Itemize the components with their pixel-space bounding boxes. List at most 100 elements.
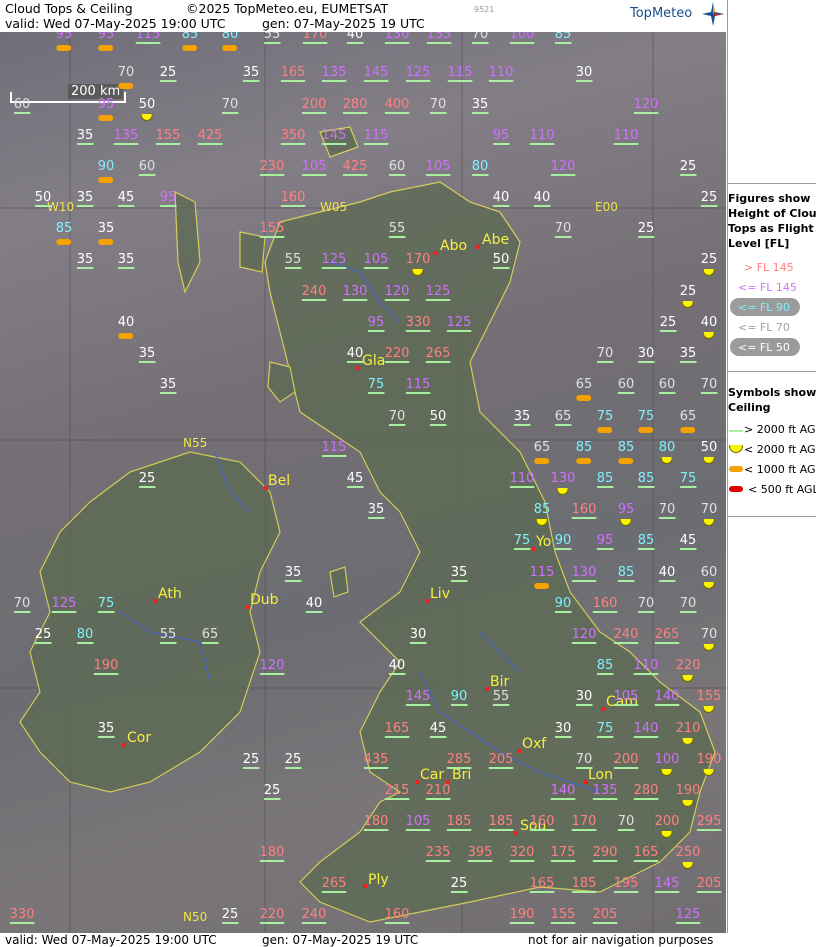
cloud-top-label: 55 [284, 253, 302, 269]
cloud-top-value: 130 [571, 565, 597, 580]
city-label[interactable]: Gla [362, 353, 385, 369]
cloud-top-label: 100 [509, 32, 535, 44]
city-label[interactable]: Dub [250, 592, 279, 608]
cloud-top-value: 70 [429, 97, 447, 112]
city-label[interactable]: Bir [490, 674, 509, 690]
cloud-top-value: 190 [93, 658, 119, 673]
satellite-map[interactable]: 200 km W10 W05 E00 N55 N50 Abo Abe Gla Bel A… [0, 32, 726, 933]
city-dot-icon [363, 884, 367, 888]
ceiling-gt2000-icon [729, 430, 743, 432]
cloud-top-value: 155 [550, 907, 576, 922]
cloud-top-value: 30 [637, 346, 655, 361]
cloud-top-label: 165 [529, 877, 555, 893]
cloud-top-label: 130 [571, 565, 597, 582]
ceiling-gt2000-icon [34, 205, 52, 207]
ceiling-gt2000-icon [446, 767, 472, 769]
cloud-top-label: 235 [425, 846, 451, 862]
cloud-top-value: 110 [509, 471, 535, 486]
cloud-top-label: 105 [363, 252, 389, 269]
cloud-top-value: 105 [363, 252, 389, 267]
legend-symbols-title: Symbols show Ceiling [728, 386, 816, 414]
cloud-top-label: 30 [409, 628, 427, 644]
cloud-top-value: 50 [700, 440, 718, 455]
ceiling-lt1000-icon [98, 239, 114, 245]
cloud-top-label: 220 [259, 908, 285, 924]
city-label[interactable]: Bel [268, 473, 290, 489]
cloud-top-label: 95 [492, 129, 510, 145]
city-label[interactable]: Ath [158, 586, 182, 602]
cloud-top-label: 240 [613, 628, 639, 644]
cloud-top-label: 25 [34, 628, 52, 644]
city-label[interactable]: Bri [452, 767, 471, 783]
cloud-top-value: 205 [592, 907, 618, 922]
cloud-top-label: 140 [550, 784, 576, 800]
cloud-top-label: 40 [701, 316, 717, 339]
cloud-top-value: 185 [571, 876, 597, 891]
ceiling-gt2000-icon [367, 330, 385, 332]
cloud-top-value: 155 [259, 221, 285, 236]
cloud-top-label: 70 [701, 503, 717, 526]
cloud-top-value: 175 [550, 845, 576, 860]
city-label[interactable]: Cor [127, 730, 151, 746]
cloud-top-value: 85 [617, 565, 635, 580]
city-label[interactable]: Liv [430, 586, 450, 602]
cloud-top-value: 95 [55, 32, 73, 42]
cloud-top-value: 70 [471, 32, 489, 42]
ceiling-gt2000-icon [301, 299, 327, 301]
cloud-top-label: 35 [159, 378, 177, 394]
cloud-top-value: 25 [659, 315, 677, 330]
cloud-top-value: 50 [138, 97, 156, 112]
cloud-top-label: 115 [530, 566, 554, 589]
cloud-top-value: 125 [405, 65, 431, 80]
isle-of-man [329, 566, 349, 598]
cloud-top-label: 55 [159, 628, 177, 644]
ceiling-gt2000-icon [221, 922, 239, 924]
cloud-top-label: 105 [301, 160, 327, 176]
cloud-top-value: 40 [388, 658, 406, 673]
city-label[interactable]: Yo [536, 534, 551, 550]
cloud-top-label: 40 [305, 597, 323, 613]
city-label[interactable]: Oxf [522, 736, 546, 752]
cloud-top-label: 65 [534, 441, 550, 464]
ceiling-gt2000-icon [342, 174, 368, 176]
footer-valid-time: valid: Wed 07-May-2025 19:00 UTC [5, 933, 217, 947]
cloud-top-value: 35 [242, 65, 260, 80]
city-label[interactable]: Abo [440, 238, 467, 254]
ceiling-gt2000-icon [155, 143, 181, 145]
cloud-top-value: 170 [302, 32, 328, 42]
skye-island [239, 231, 266, 273]
cloud-top-value: 85 [55, 221, 73, 236]
cloud-top-label: 130 [551, 472, 575, 495]
cloud-top-label: 250 [676, 846, 700, 869]
ceiling-gt2000-icon [301, 922, 327, 924]
city-label[interactable]: Abe [482, 232, 509, 248]
cloud-top-value: 125 [321, 252, 347, 267]
cloud-top-value: 115 [447, 65, 473, 80]
cloud-top-value: 95 [617, 502, 635, 517]
cloud-top-label: 85 [554, 32, 572, 44]
ceiling-gt2000-icon [259, 922, 285, 924]
ceiling-lt1000-icon [729, 466, 743, 472]
city-label[interactable]: Car [420, 767, 444, 783]
cloud-top-value: 220 [384, 346, 410, 361]
city-dot-icon [514, 831, 518, 835]
cloud-top-value: 35 [76, 190, 94, 205]
cloud-top-label: 70 [554, 222, 572, 238]
ceiling-gt2000-icon [592, 798, 618, 800]
cloud-top-label: 25 [450, 876, 468, 893]
cloud-top-value: 120 [259, 658, 285, 673]
cloud-top-value: 220 [675, 658, 701, 673]
cloud-top-value: 120 [571, 627, 597, 642]
cloud-top-value: 185 [446, 814, 472, 829]
city-label[interactable]: Lon [588, 767, 613, 783]
city-label[interactable]: Ply [368, 872, 389, 888]
ceiling-gt2000-icon [637, 486, 655, 488]
cloud-top-label: 30 [575, 66, 593, 82]
ceiling-gt2000-icon [280, 143, 306, 145]
cloud-top-value: 25 [450, 876, 468, 891]
ceiling-gt2000-icon [201, 642, 219, 644]
cloud-top-label: 185 [571, 876, 597, 893]
cloud-top-value: 395 [467, 845, 493, 860]
cloud-top-value: 280 [342, 97, 368, 112]
cloud-top-label: 210 [676, 722, 700, 745]
